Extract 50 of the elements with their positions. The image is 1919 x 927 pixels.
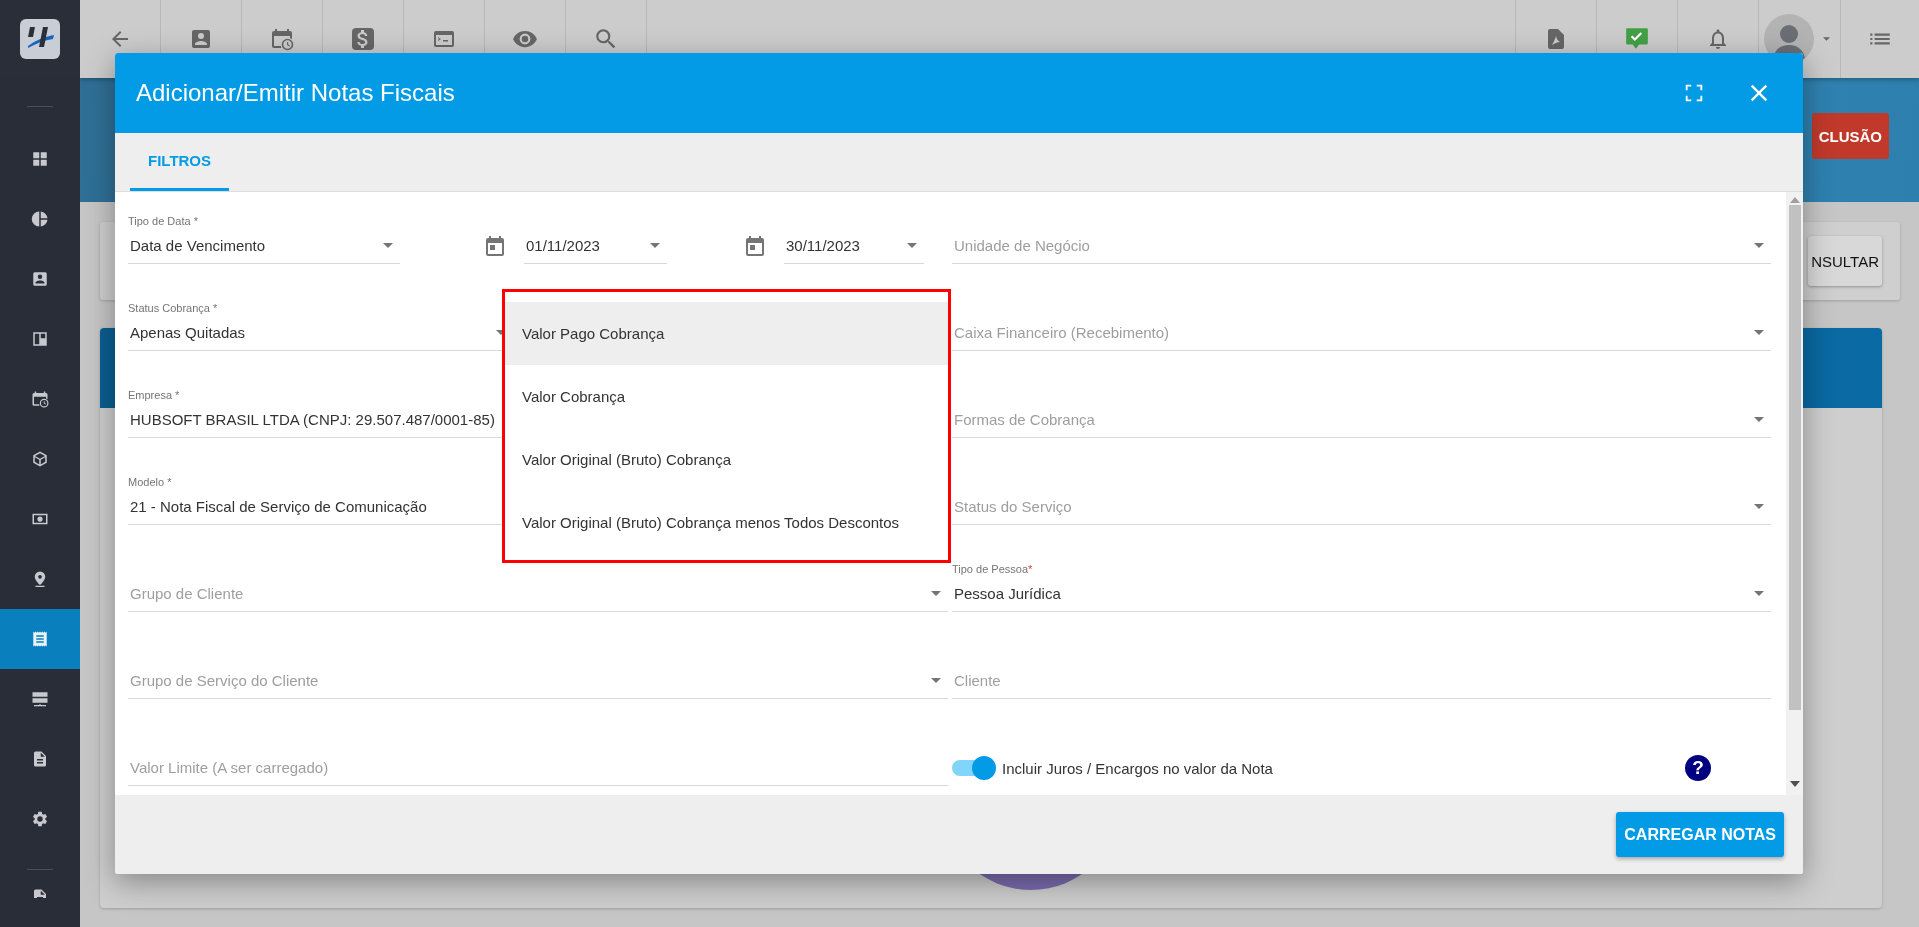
field-label: Modelo * (128, 475, 172, 489)
caret-icon (1823, 37, 1830, 41)
caret-icon (1754, 591, 1764, 596)
calendar-clock-icon[interactable] (270, 27, 294, 51)
date-field[interactable]: 30/11/2023 (784, 228, 924, 264)
menu-item[interactable]: Valor Pago Cobrança (505, 302, 948, 365)
field-label: Status Cobrança * (128, 301, 218, 315)
select-field[interactable]: Pessoa Jurídica (952, 576, 1771, 612)
dashboard-icon (31, 150, 49, 168)
calendar-icon[interactable] (743, 234, 767, 258)
toggle-label: Incluir Juros / Encargos no valor da Nota (1002, 759, 1274, 777)
menu-item[interactable]: Valor Original (Bruto) Cobrança menos Todos Descontos (505, 491, 948, 554)
fullscreen-icon[interactable] (1683, 82, 1705, 104)
caret-icon (931, 678, 941, 683)
field-label: Empresa * (128, 388, 180, 402)
field-label: Tipo de Data * (128, 214, 198, 228)
logo-icon[interactable] (20, 19, 60, 59)
menu-item[interactable]: Valor Original (Bruto) Cobrança (505, 428, 948, 491)
caret-icon (1754, 417, 1764, 422)
select-field[interactable]: Data de Vencimento (128, 228, 400, 264)
caret-icon (1754, 330, 1764, 335)
caret-icon (907, 243, 917, 248)
consult-button[interactable]: NSULTAR (1808, 236, 1882, 286)
caret-icon (1754, 243, 1764, 248)
dollar-icon[interactable] (351, 27, 375, 51)
field-label: Tipo de Pessoa* (952, 562, 1033, 576)
caret-icon (383, 243, 393, 248)
scrollbar[interactable] (1786, 192, 1803, 795)
contact-card-icon (31, 270, 49, 288)
caret-icon (650, 243, 660, 248)
contact-card-icon[interactable] (189, 27, 213, 51)
sidebar-item[interactable] (0, 609, 80, 669)
conclude-button[interactable]: CLUSÃO (1811, 113, 1889, 159)
text-field[interactable]: Cliente (952, 663, 1771, 699)
menu-item[interactable]: Valor Cobrança (505, 365, 948, 428)
server-icon (31, 690, 49, 708)
calendar-icon[interactable] (483, 234, 507, 258)
date-field[interactable]: 01/11/2023 (524, 228, 667, 264)
text-field[interactable]: Valor Limite (A ser carregado) (128, 750, 948, 786)
settings-icon (31, 810, 49, 828)
receipt-icon (31, 630, 49, 648)
help-icon[interactable]: ? (1685, 755, 1711, 781)
cube-icon (31, 450, 49, 468)
document-icon (31, 750, 49, 768)
pie-chart-icon (31, 210, 49, 228)
caret-icon (931, 591, 941, 596)
calendar-clock-icon (31, 390, 49, 408)
board-icon (31, 330, 49, 348)
caret-icon (1754, 504, 1764, 509)
dialog-title: Adicionar/Emitir Notas Fiscais (136, 79, 456, 107)
